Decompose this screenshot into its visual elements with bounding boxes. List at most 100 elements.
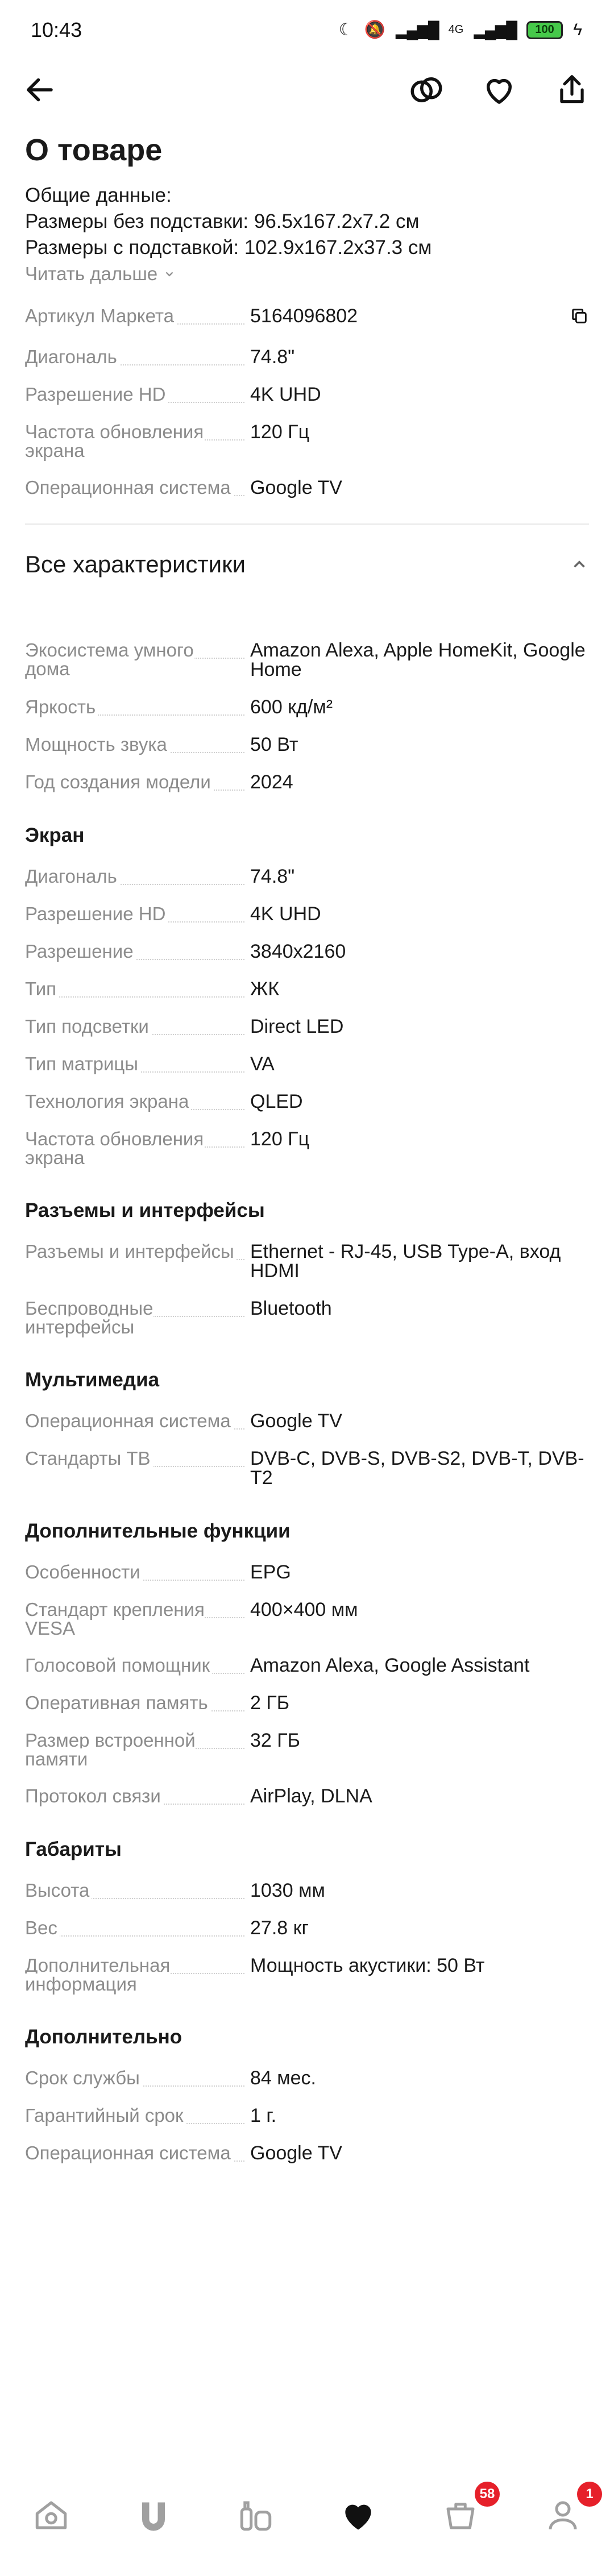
- tab-split[interactable]: [128, 2490, 179, 2541]
- spec-row: Высота 1030 мм: [25, 1879, 589, 1901]
- spec-row: Тип ЖК: [25, 978, 589, 1000]
- spec-name: Мощность звука: [25, 733, 169, 755]
- spec-row: Яркость 600 кд/м²: [25, 696, 589, 717]
- spec-name: Срок службы: [25, 2067, 142, 2088]
- tab-cart[interactable]: 58: [435, 2482, 500, 2541]
- profile-badge: 1: [577, 2482, 602, 2507]
- spec-row: Технология экрана QLED: [25, 1090, 589, 1112]
- about-line: Размеры без подставки: 96.5x167.2x7.2 см: [25, 210, 420, 232]
- group-title: Дополнительно: [25, 2025, 182, 2048]
- status-time: 10:43: [31, 18, 82, 41]
- group-title: Разъемы и интерфейсы: [25, 1199, 265, 1221]
- group-title: Мультимедиа: [25, 1368, 160, 1391]
- content: О товаре Общие данные: Размеры без подст…: [0, 132, 614, 2163]
- catalog-icon: [240, 2501, 272, 2531]
- moon-icon: ☾: [338, 20, 354, 39]
- spec-row: Стандарт крепления VESA 400×400 мм: [25, 1598, 589, 1639]
- spec-value: 120 Гц: [250, 1128, 310, 1150]
- spec-name: Операционная система: [25, 476, 233, 498]
- spec-name: Разрешение HD: [25, 383, 168, 405]
- group-title: Габариты: [25, 1838, 122, 1860]
- share-button[interactable]: [553, 70, 591, 109]
- bottom-tab-bar: 58 1: [0, 2444, 614, 2576]
- cart-badge: 58: [475, 2482, 500, 2507]
- battery-icon: 100: [526, 20, 563, 39]
- spec-value: Amazon Alexa, Apple HomeKit, Google Home: [250, 639, 586, 680]
- back-button[interactable]: [20, 70, 59, 109]
- status-icons: ☾ 🔕 ▂▄▆█ 4G ▂▄▆█ 100 ϟ: [339, 20, 582, 40]
- spec-row: Дополнительная информация Мощность акусти…: [25, 1954, 589, 1995]
- spec-name: Год создания модели: [25, 771, 213, 792]
- spec-name: Стандарты ТВ: [25, 1447, 153, 1469]
- spec-groups: Экран Диагональ 74.8" Разрешение HD 4K UHD Ра…: [25, 824, 589, 2163]
- favorites-icon: [345, 2504, 371, 2530]
- spec-row: Частота обновления экрана 120 Гц: [25, 421, 589, 461]
- spec-name: Вес: [25, 1917, 60, 1938]
- spec-value: 2024: [250, 771, 293, 793]
- spec-value: 400×400 мм: [250, 1598, 358, 1621]
- spec-row: Вес 27.8 кг: [25, 1917, 589, 1939]
- favorite-button[interactable]: [480, 70, 518, 109]
- profile-icon: [549, 2501, 577, 2530]
- cart-icon: [446, 2503, 475, 2529]
- spec-row: Голосовой помощник Amazon Alexa, Google A…: [25, 1654, 589, 1676]
- mute-icon: 🔕: [364, 20, 385, 39]
- spec-value: 2 ГБ: [250, 1692, 290, 1714]
- spec-name: Размер встроенной памяти: [25, 1729, 196, 1769]
- spec-name: Дополнительная информация: [25, 1954, 171, 1995]
- spec-name: Голосовой помощник: [25, 1654, 213, 1676]
- spec-value: Ethernet - RJ-45, USB Type-A, вход HDMI: [250, 1240, 561, 1282]
- tab-favorites[interactable]: [333, 2490, 384, 2541]
- signal-icon: ▂▄▆█: [395, 21, 439, 39]
- spec-name: Диагональ: [25, 865, 119, 887]
- spec-value: 74.8": [250, 865, 295, 887]
- spec-row: Операционная система Google TV: [25, 2142, 589, 2164]
- spec-name: Тип подсветки: [25, 1015, 151, 1037]
- spec-value: Google TV: [250, 476, 342, 498]
- spec-name: Артикул Маркета: [25, 305, 176, 326]
- tab-profile[interactable]: 1: [537, 2482, 602, 2541]
- battery-level: 100: [535, 23, 554, 36]
- all-specs-toggle[interactable]: Все характеристики: [25, 525, 589, 604]
- spec-value: 27.8 кг: [250, 1917, 309, 1939]
- spec-row: Разрешение HD 4K UHD: [25, 903, 589, 925]
- spec-value: 4K UHD: [250, 903, 321, 925]
- spec-value: EPG: [250, 1561, 291, 1583]
- spec-row: Стандарты ТВ DVB-C, DVB-S, DVB-S2, DVB-T,…: [25, 1447, 589, 1488]
- spec-row: Год создания модели 2024: [25, 771, 589, 793]
- spec-group: Срок службы 84 мес. Гарантийный срок 1 г. Оп…: [25, 2067, 589, 2164]
- copy-button[interactable]: [570, 306, 589, 329]
- spec-value: 120 Гц: [250, 421, 310, 443]
- charging-icon: ϟ: [573, 20, 582, 39]
- about-line: Размеры с подставкой: 102.9x167.2x37.3 с…: [25, 236, 432, 259]
- tab-home[interactable]: [26, 2490, 77, 2541]
- spec-name: Гарантийный срок: [25, 2104, 186, 2126]
- spec-group: Диагональ 74.8" Разрешение HD 4K UHD Разреше…: [25, 865, 589, 1168]
- spec-name: Тип матрицы: [25, 1053, 141, 1074]
- spec-name: Частота обновления экрана: [25, 1128, 204, 1168]
- tab-catalog[interactable]: [230, 2490, 281, 2541]
- spec-name: Оперативная память: [25, 1692, 210, 1713]
- spec-value: AirPlay, DLNA: [250, 1785, 372, 1807]
- spec-value: Мощность акустики: 50 Вт: [250, 1954, 485, 1976]
- spec-value: Google TV: [250, 2142, 342, 2164]
- spec-row: Особенности EPG: [25, 1561, 589, 1583]
- spec-row: Размер встроенной памяти 32 ГБ: [25, 1729, 589, 1769]
- spec-group: Операционная система Google TV Стандарты Т…: [25, 1410, 589, 1488]
- chevron-up-icon: [574, 560, 585, 568]
- spec-name: Высота: [25, 1879, 92, 1901]
- compare-button[interactable]: [407, 70, 446, 109]
- spec-row: Разрешение 3840x2160: [25, 940, 589, 962]
- read-more-link[interactable]: Читать дальше: [25, 261, 589, 287]
- spec-row: Тип матрицы VA: [25, 1053, 589, 1074]
- spec-value: Bluetooth: [250, 1297, 332, 1319]
- spec-row: Частота обновления экрана 120 Гц: [25, 1128, 589, 1168]
- spec-value: ЖК: [250, 978, 280, 1000]
- spec-row: Беспроводные интерфейсы Bluetooth: [25, 1297, 589, 1337]
- spec-value: Google TV: [250, 1410, 342, 1432]
- spec-name: Разрешение: [25, 940, 136, 962]
- spec-row: Протокол связи AirPlay, DLNA: [25, 1785, 589, 1807]
- spec-group: Высота 1030 мм Вес 27.8 кг Дополнительная ин…: [25, 1879, 589, 1995]
- spec-name: Тип: [25, 978, 59, 999]
- spec-name: Протокол связи: [25, 1785, 163, 1806]
